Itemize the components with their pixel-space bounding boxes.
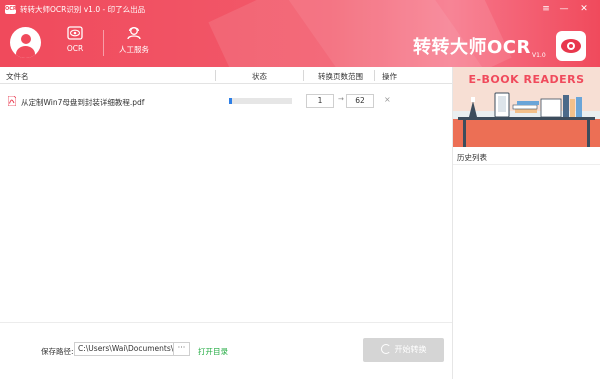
table-row[interactable]: 从定制Win7母盘到封装详细教程.pdf 1 → 62 × bbox=[0, 90, 452, 112]
history-title: 历史列表 bbox=[457, 153, 487, 162]
app-title: 转转大师OCR识别 v1.0 - 印了么出品 bbox=[20, 5, 146, 14]
user-avatar[interactable] bbox=[10, 27, 41, 58]
progress-fill bbox=[229, 98, 233, 104]
header-page-range: 转换页数范围 bbox=[318, 72, 363, 81]
avatar-head bbox=[21, 34, 31, 44]
start-convert-button[interactable]: 开始转换 bbox=[363, 338, 444, 362]
header-status: 状态 bbox=[252, 72, 267, 81]
title-bar: OCR 转转大师OCR识别 v1.0 - 印了么出品 ≡ — ✕ bbox=[0, 0, 600, 20]
header-filename: 文件名 bbox=[6, 72, 29, 81]
avatar-body bbox=[16, 46, 35, 58]
save-path-field[interactable]: C:\Users\Wai\Documents\ZZ bbox=[74, 342, 174, 356]
browse-button[interactable]: ··· bbox=[174, 342, 190, 356]
start-convert-label: 开始转换 bbox=[394, 345, 427, 354]
header-separator bbox=[303, 70, 304, 81]
open-directory-link[interactable]: 打开目录 bbox=[198, 346, 228, 357]
file-name: 从定制Win7母盘到封装详细教程.pdf bbox=[21, 98, 145, 107]
brand-title: 转转大师OCR bbox=[413, 37, 531, 58]
header-separator bbox=[215, 70, 216, 81]
app-logo-icon: OCR bbox=[5, 5, 17, 14]
nav-divider bbox=[103, 30, 104, 56]
menu-icon[interactable]: ≡ bbox=[540, 3, 552, 15]
header-separator bbox=[374, 70, 375, 81]
minimize-icon[interactable]: — bbox=[558, 3, 570, 15]
conversion-progress-bar bbox=[229, 98, 292, 104]
file-table-header: 文件名 状态 转换页数范围 操作 bbox=[0, 67, 452, 84]
bookshelf-illustration bbox=[453, 92, 600, 147]
delete-file-button[interactable]: × bbox=[384, 95, 391, 104]
page-to-input[interactable]: 62 bbox=[346, 94, 374, 108]
eye-icon bbox=[67, 26, 83, 40]
ebook-banner[interactable]: E-BOOK READERS bbox=[453, 67, 600, 147]
brand-logo-icon bbox=[556, 31, 586, 61]
brand-version: V1.0 bbox=[532, 52, 546, 59]
close-icon[interactable]: ✕ bbox=[578, 3, 590, 15]
banner-title: E-BOOK READERS bbox=[468, 73, 585, 86]
range-arrow-icon: → bbox=[338, 95, 344, 103]
refresh-icon bbox=[380, 344, 391, 354]
header-bar: OCR 转转大师OCR识别 v1.0 - 印了么出品 ≡ — ✕ OCR 人工服… bbox=[0, 0, 600, 67]
header-action: 操作 bbox=[382, 72, 397, 81]
history-divider bbox=[453, 164, 600, 165]
nav-service-label: 人工服务 bbox=[119, 45, 149, 54]
page-from-input[interactable]: 1 bbox=[306, 94, 334, 108]
nav-service[interactable]: 人工服务 bbox=[115, 26, 153, 55]
nav-ocr[interactable]: OCR bbox=[62, 26, 88, 55]
nav-ocr-label: OCR bbox=[66, 44, 84, 53]
headset-icon bbox=[127, 27, 141, 40]
footer-divider bbox=[0, 322, 452, 323]
brand-pupil-dot bbox=[569, 44, 573, 48]
save-path-label: 保存路径: bbox=[41, 347, 74, 356]
pdf-file-icon bbox=[8, 96, 16, 106]
